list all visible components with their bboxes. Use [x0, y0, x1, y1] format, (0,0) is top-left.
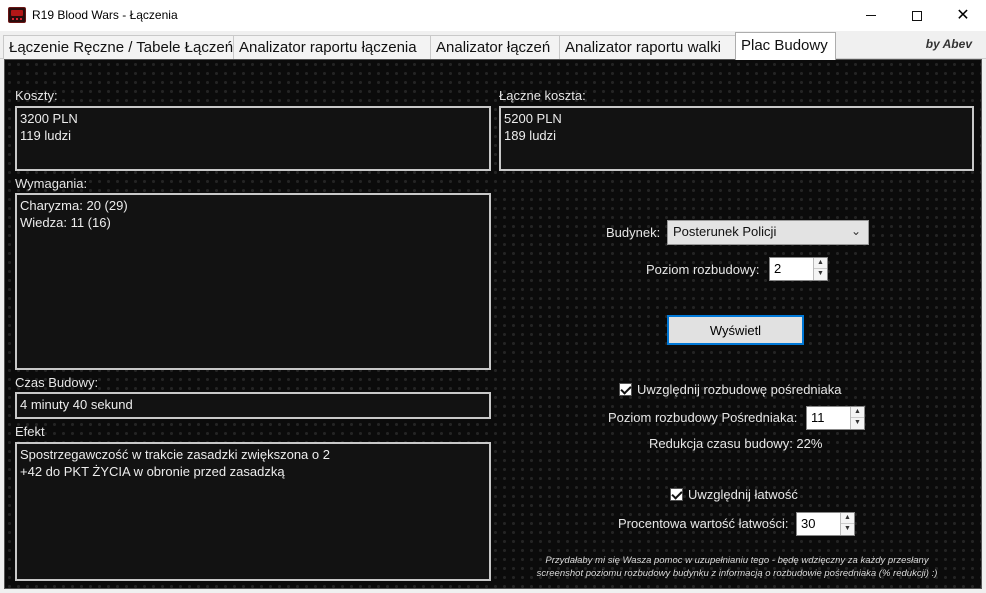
requirements-box[interactable]: Charyzma: 20 (29) Wiedza: 11 (16) — [15, 193, 491, 370]
broker-level-stepper[interactable]: 11 ▲ ▼ — [806, 406, 865, 430]
effect-label: Efekt — [15, 424, 45, 439]
ease-value: 30 — [801, 516, 816, 531]
maximize-icon — [912, 10, 922, 21]
total-costs-line: 189 ludzi — [504, 128, 557, 143]
arrow-down-icon[interactable]: ▼ — [814, 269, 827, 280]
tab-merge-analyzer[interactable]: Analizator łączeń — [430, 35, 560, 59]
show-button[interactable]: Wyświetl — [667, 315, 804, 345]
broker-level-label: Poziom rozbudowy Pośredniaka: — [608, 410, 798, 425]
costs-box[interactable]: 3200 PLN 119 ludzi — [15, 106, 491, 171]
tab-construction-site[interactable]: Plac Budowy — [735, 32, 836, 60]
costs-line: 119 ludzi — [20, 128, 72, 143]
footer-note-line: Przydałaby mi się Wasza pomoc w uzupełni… — [545, 555, 929, 566]
include-broker-label[interactable]: Uwzględnij rozbudowę pośredniaka — [637, 382, 842, 397]
app-icon — [8, 7, 26, 23]
author-byline: by Abev — [925, 37, 972, 51]
build-time-label: Czas Budowy: — [15, 375, 99, 390]
minimize-icon — [866, 15, 876, 16]
include-ease-checkbox[interactable] — [670, 488, 683, 501]
tab-manual-merge[interactable]: Łączenie Ręczne / Tabele Łączeń — [3, 35, 234, 59]
total-costs-label: Łączne koszta: — [499, 88, 586, 103]
reduction-text: Redukcja czasu budowy: 22% — [649, 436, 823, 451]
building-label: Budynek: — [606, 225, 661, 240]
footer-note: Przydałaby mi się Wasza pomoc w uzupełni… — [499, 554, 975, 580]
footer-note-line: screenshot poziomu rozbudowy budynku z i… — [536, 568, 938, 579]
ease-label: Procentowa wartość łatwości: — [618, 516, 789, 531]
level-value: 2 — [774, 261, 782, 276]
total-costs-line: 5200 PLN — [504, 111, 562, 126]
include-broker-checkbox[interactable] — [619, 383, 632, 396]
costs-label: Koszty: — [15, 88, 58, 103]
level-stepper[interactable]: 2 ▲ ▼ — [769, 257, 828, 281]
level-label: Poziom rozbudowy: — [646, 262, 760, 277]
minimize-button[interactable] — [848, 0, 894, 31]
requirement-line: Charyzma: 20 (29) — [20, 198, 128, 213]
include-ease-label[interactable]: Uwzględnij łatwość — [688, 487, 798, 502]
construction-panel: Koszty: 3200 PLN 119 ludzi Wymagania: Ch… — [4, 59, 982, 589]
level-stepper-arrows[interactable]: ▲ ▼ — [813, 258, 827, 280]
build-time-box[interactable]: 4 minuty 40 sekund — [15, 392, 491, 419]
total-costs-box[interactable]: 5200 PLN 189 ludzi — [499, 106, 974, 171]
requirement-line: Wiedza: 11 (16) — [20, 215, 111, 230]
maximize-button[interactable] — [894, 0, 940, 31]
effect-line: +42 do PKT ŻYCIA w obronie przed zasadzk… — [20, 464, 285, 479]
chevron-down-icon: ⌄ — [850, 224, 861, 238]
effect-box[interactable]: Spostrzegawczość w trakcie zasadzki zwię… — [15, 442, 491, 581]
costs-line: 3200 PLN — [20, 111, 78, 126]
tab-battle-report-analyzer[interactable]: Analizator raportu walki — [559, 35, 736, 59]
arrow-up-icon[interactable]: ▲ — [841, 513, 854, 524]
arrow-down-icon[interactable]: ▼ — [851, 418, 864, 429]
tab-bar: Łączenie Ręczne / Tabele Łączeń Analizat… — [0, 31, 986, 60]
close-icon: ✕ — [956, 6, 970, 24]
arrow-up-icon[interactable]: ▲ — [851, 407, 864, 418]
arrow-down-icon[interactable]: ▼ — [841, 524, 854, 535]
ease-stepper[interactable]: 30 ▲ ▼ — [796, 512, 855, 536]
close-button[interactable]: ✕ — [940, 0, 986, 31]
title-bar: R19 Blood Wars - Łączenia ✕ — [0, 0, 986, 31]
effect-line: Spostrzegawczość w trakcie zasadzki zwię… — [20, 447, 330, 462]
building-select-value: Posterunek Policji — [673, 224, 777, 239]
arrow-up-icon[interactable]: ▲ — [814, 258, 827, 269]
broker-level-stepper-arrows[interactable]: ▲ ▼ — [850, 407, 864, 429]
ease-stepper-arrows[interactable]: ▲ ▼ — [840, 513, 854, 535]
window-title: R19 Blood Wars - Łączenia — [32, 8, 178, 22]
build-time-value: 4 minuty 40 sekund — [20, 397, 133, 412]
requirements-label: Wymagania: — [15, 176, 88, 191]
building-select[interactable]: Posterunek Policji ⌄ — [667, 220, 869, 245]
tab-merge-report-analyzer[interactable]: Analizator raportu łączenia — [233, 35, 431, 59]
broker-level-value: 11 — [811, 410, 825, 425]
